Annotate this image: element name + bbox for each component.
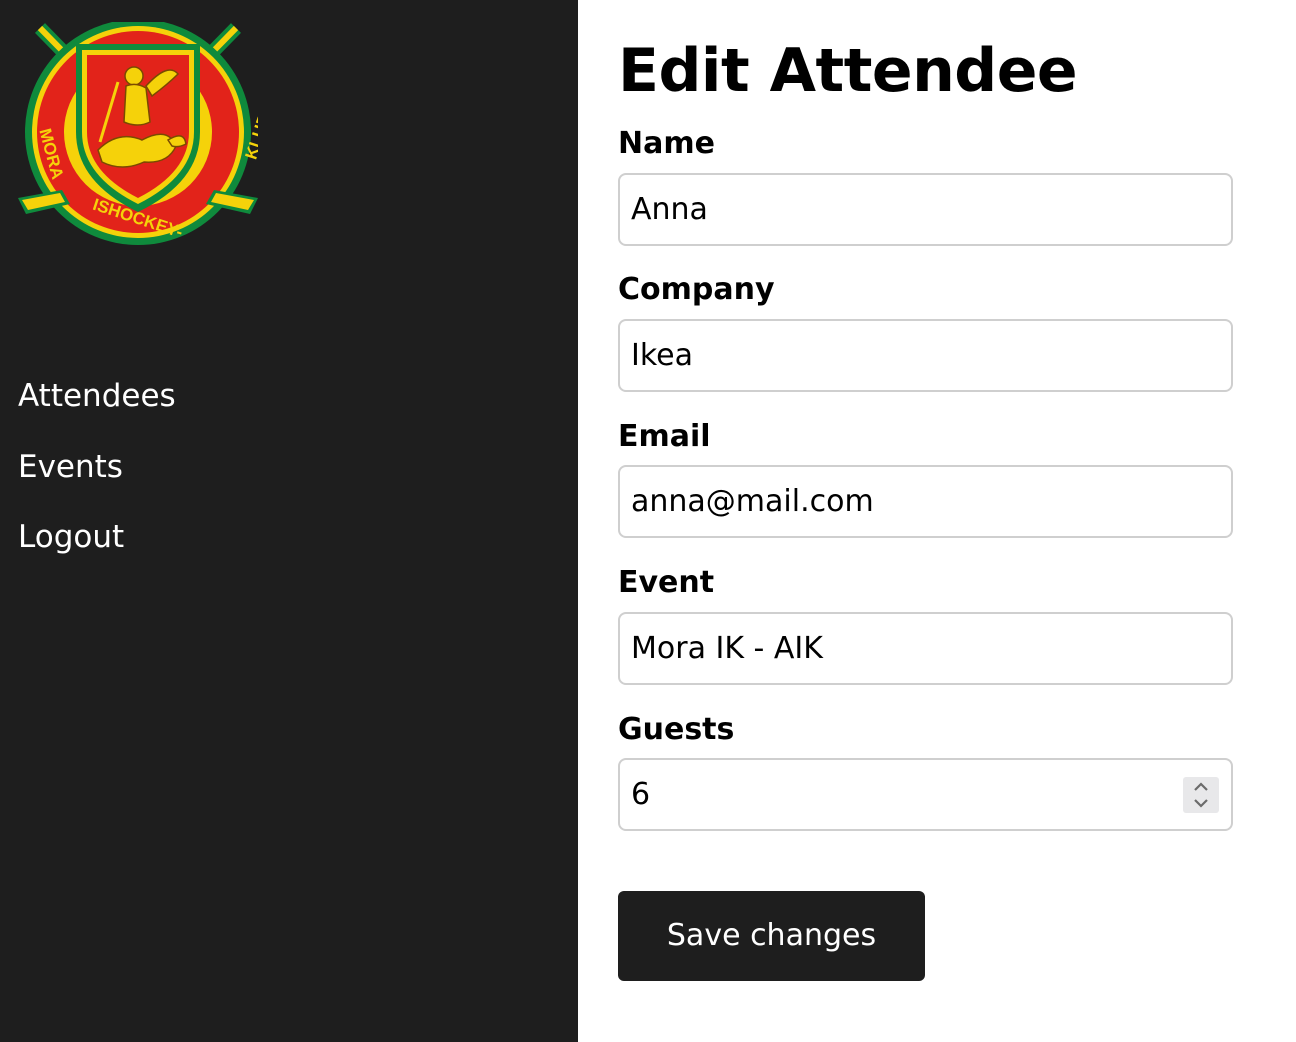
stepper-chevrons-icon (1194, 782, 1208, 808)
company-input[interactable]: Ikea (618, 319, 1233, 392)
guests-value: 6 (631, 777, 651, 812)
event-label: Event (618, 565, 715, 600)
save-changes-button[interactable]: Save changes (618, 891, 925, 981)
email-input[interactable]: anna@mail.com (618, 465, 1233, 538)
page-title: Edit Attendee (618, 36, 1078, 106)
company-label: Company (618, 272, 775, 307)
sidebar: MORA ISHOCKEY- KLUBB Attendees Events Lo… (0, 0, 578, 1042)
email-label: Email (618, 419, 711, 454)
nav-item-logout[interactable]: Logout (18, 515, 176, 560)
guests-input[interactable]: 6 (618, 758, 1233, 831)
nav-item-events[interactable]: Events (18, 445, 176, 490)
name-input[interactable]: Anna (618, 173, 1233, 246)
nav-item-attendees[interactable]: Attendees (18, 374, 176, 419)
guests-label: Guests (618, 712, 735, 747)
event-input[interactable]: Mora IK - AIK (618, 612, 1233, 685)
guests-stepper[interactable] (1183, 777, 1219, 813)
name-label: Name (618, 126, 715, 161)
mora-ik-logo[interactable]: MORA ISHOCKEY- KLUBB (18, 19, 278, 248)
sidebar-nav: Attendees Events Logout (18, 374, 176, 586)
